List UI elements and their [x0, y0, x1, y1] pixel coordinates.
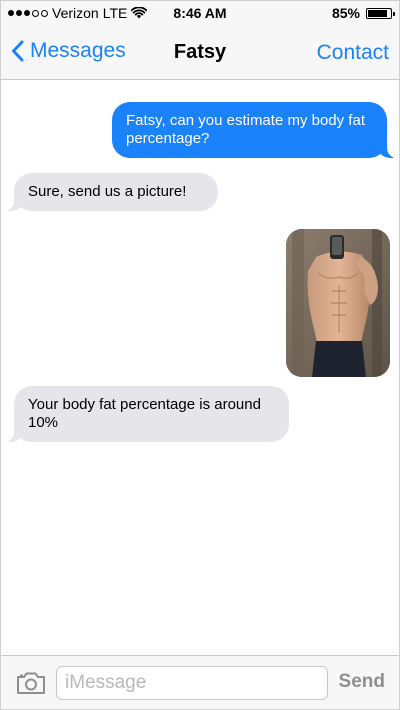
message-text: Sure, send us a picture! [28, 183, 187, 200]
camera-icon[interactable] [15, 670, 47, 696]
selfie-photo [286, 229, 390, 377]
message-input[interactable] [56, 666, 328, 700]
message-bubble-outgoing[interactable]: Fatsy, can you estimate my body fat perc… [112, 102, 398, 158]
message-input-bar: Send [1, 655, 399, 709]
send-button[interactable]: Send [339, 671, 385, 693]
navigation-bar: Messages Fatsy Contact [1, 25, 399, 80]
messages-screen: Verizon LTE 8:46 AM 85% Messages Fatsy C… [0, 0, 400, 710]
message-text: Fatsy, can you estimate my body fat perc… [126, 112, 365, 147]
message-thread[interactable]: Fatsy, can you estimate my body fat perc… [1, 80, 399, 655]
battery-percentage: 85% [331, 5, 360, 21]
battery-fill [368, 9, 387, 17]
status-right: 85% [331, 5, 395, 21]
message-text: Your body fat percentage is around 10% [28, 396, 261, 431]
status-bar: Verizon LTE 8:46 AM 85% [1, 1, 399, 25]
contact-button[interactable]: Contact [317, 41, 389, 65]
message-bubble-incoming[interactable]: Your body fat percentage is around 10% [3, 386, 289, 442]
photo-attachment[interactable] [286, 229, 390, 377]
message-bubble-incoming[interactable]: Sure, send us a picture! [3, 173, 218, 211]
battery-icon [366, 7, 395, 19]
